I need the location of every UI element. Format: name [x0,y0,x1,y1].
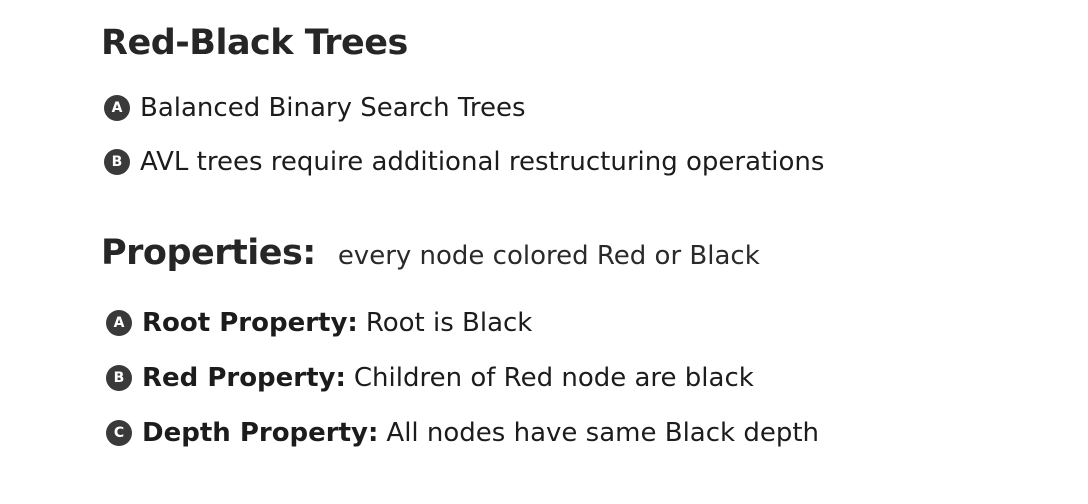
properties-label: Properties: [101,233,316,273]
property-depth: C Depth Property: All nodes have same Bl… [106,415,819,451]
property-root: A Root Property: Root is Black [106,305,532,341]
properties-heading: Properties: every node colored Red or Bl… [101,228,760,278]
property-text: Children of Red node are black [353,363,754,393]
property-text: Root is Black [365,308,533,338]
bullet-marker-b-icon: B [106,365,132,391]
intro-bullet-avl: B AVL trees require additional restructu… [104,144,824,180]
bullet-marker-a-icon: A [106,310,132,336]
property-label: Root Property: [142,308,358,338]
property-label: Depth Property: [142,418,379,448]
bullet-text: AVL trees require additional restructuri… [140,147,825,177]
property-label: Red Property: [142,363,346,393]
property-text: All nodes have same Black depth [386,418,820,448]
bullet-marker-a-icon: A [104,95,130,121]
bullet-marker-c-icon: C [106,420,132,446]
page-title: Red-Black Trees [101,23,408,63]
bullet-text: Balanced Binary Search Trees [140,93,526,123]
intro-bullet-balanced: A Balanced Binary Search Trees [104,90,526,126]
property-red: B Red Property: Children of Red node are… [106,360,754,396]
properties-subheading: every node colored Red or Black [337,241,760,271]
bullet-marker-b-icon: B [104,149,130,175]
